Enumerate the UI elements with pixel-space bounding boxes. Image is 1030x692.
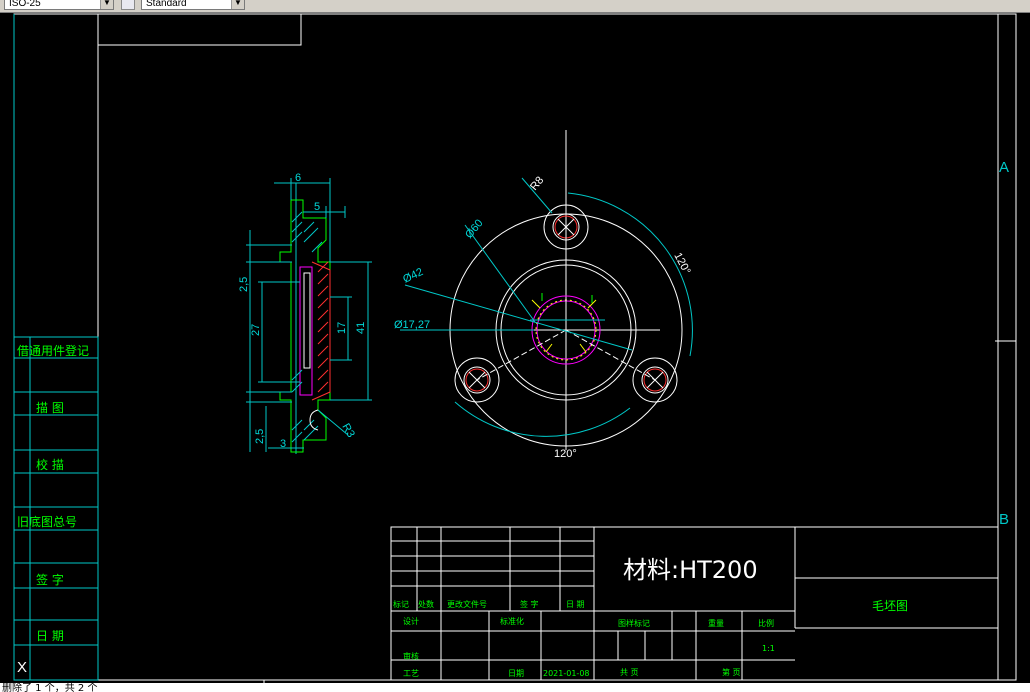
front-view: R8 Ø60 Ø42 Ø17,27 120° 120° — [394, 130, 693, 460]
side-section-view: 6 5 2,5 27 17 41 R3 2,5 3 — [238, 172, 372, 454]
side-label-5: 签 字 — [36, 572, 64, 587]
dim-angle-top: 120° — [671, 251, 692, 277]
ucs-x-label: X — [17, 659, 27, 676]
chevron-down-icon[interactable]: ▼ — [231, 0, 244, 9]
rev-header-mark: 标记 — [393, 599, 409, 609]
table-style-value: Standard — [146, 0, 187, 9]
scale-value: 1:1 — [762, 644, 775, 653]
side-label-2: 描 图 — [36, 401, 64, 415]
dim-2-5-top: 2,5 — [238, 277, 250, 292]
dim-phi60: Ø60 — [463, 217, 486, 241]
dim-angle-bottom: 120° — [554, 448, 577, 460]
rev-header-count: 处数 — [418, 599, 434, 609]
top-left-box — [97, 13, 302, 46]
review-label: 审核 — [403, 651, 419, 661]
dim-27: 27 — [250, 324, 262, 336]
inner-border — [97, 13, 999, 681]
sheet-number-label: 第 页 — [722, 667, 741, 677]
rev-header-date: 日 期 — [566, 600, 585, 609]
command-line-text: 删除了 1 个，共 2 个 — [2, 683, 98, 692]
dim-41: 41 — [355, 322, 367, 334]
dim-r8: R8 — [528, 174, 546, 192]
drawing-name: 毛坯图 — [872, 599, 908, 613]
rev-header-sign: 签 字 — [520, 599, 539, 609]
rev-header-file: 更改文件号 — [447, 599, 487, 609]
material-label: 材料:HT200 — [623, 556, 758, 584]
standardize-label: 标准化 — [500, 616, 524, 626]
dim-style-combo[interactable]: ISO-25 ▼ — [4, 0, 114, 10]
stage-mark-label: 图样标记 — [618, 618, 650, 628]
total-sheets-label: 共 页 — [620, 668, 639, 677]
dim-phi42: Ø42 — [401, 266, 425, 286]
design-label: 设计 — [403, 616, 419, 626]
scale-label: 比例 — [758, 618, 774, 628]
chevron-down-icon[interactable]: ▼ — [100, 0, 113, 9]
command-line[interactable]: 删除了 1 个，共 2 个 — [0, 683, 1030, 692]
table-style-combo[interactable]: Standard ▼ — [141, 0, 245, 10]
process-label: 工艺 — [403, 669, 419, 678]
dim-17: 17 — [336, 322, 348, 334]
dim-6: 6 — [295, 172, 301, 184]
dim-3: 3 — [280, 438, 286, 450]
date-value: 2021-01-08 — [543, 669, 590, 678]
zone-label-a: A — [999, 159, 1009, 176]
date-label: 日期 — [508, 669, 524, 678]
table-style-icon[interactable] — [121, 0, 135, 10]
weight-label: 重量 — [708, 618, 724, 628]
side-label-4: 旧底图总号 — [17, 514, 77, 529]
zone-label-b: B — [999, 511, 1009, 528]
side-registration-table: 借通用件登记 描 图 校 描 旧底图总号 签 字 日 期 — [13, 336, 99, 681]
dim-phi17-27: Ø17,27 — [394, 319, 430, 331]
side-label-1: 借通用件登记 — [17, 343, 89, 358]
dim-r3: R3 — [339, 422, 356, 440]
drawing-canvas[interactable]: A B X 1 2 借通用件登记 描 图 校 描 旧底图总号 签 字 日 期 — [0, 12, 1030, 683]
side-label-3: 校 描 — [36, 457, 64, 472]
dim-2-5-bottom: 2,5 — [254, 429, 266, 444]
title-block: 材料:HT200 毛坯图 标记 处数 更改文件号 签 字 日 期 设计 标准化 … — [390, 526, 999, 681]
dim-5: 5 — [314, 201, 320, 213]
dim-style-value: ISO-25 — [9, 0, 41, 9]
side-label-6: 日 期 — [36, 629, 64, 643]
outer-border — [13, 13, 1017, 681]
